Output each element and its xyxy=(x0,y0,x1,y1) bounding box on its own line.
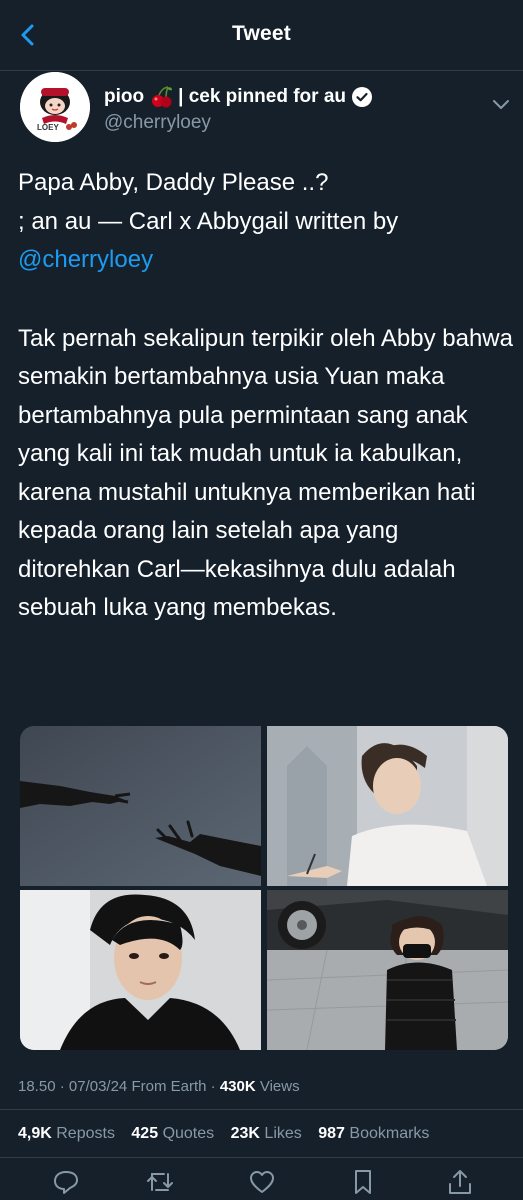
share-icon[interactable] xyxy=(446,1168,474,1196)
author-name-line[interactable]: pioo | cek pinned for au xyxy=(104,86,373,108)
quotes-stat[interactable]: 425 Quotes xyxy=(131,1125,214,1142)
tweet-line-2: ; an au — Carl x Abbygail written by xyxy=(18,207,399,235)
author-handle[interactable]: @cherryloey xyxy=(104,112,211,134)
tweet-author: LOEY pioo | cek pinned for au @cherryloe… xyxy=(18,72,510,152)
avatar-image: LOEY xyxy=(20,72,90,142)
bookmark-icon[interactable] xyxy=(349,1168,377,1196)
tweet-source: From Earth xyxy=(131,1078,207,1095)
views-label: Views xyxy=(259,1078,300,1095)
tweet-paragraph: Tak pernah sekalipun terpikir oleh Abby … xyxy=(18,324,513,622)
likes-stat[interactable]: 23K Likes xyxy=(231,1125,302,1142)
verified-badge-icon xyxy=(352,87,373,107)
action-bar xyxy=(0,1162,523,1200)
media-image-man-white-sweater[interactable] xyxy=(267,726,508,886)
page-title: Tweet xyxy=(232,22,291,45)
reposts-stat[interactable]: 4,9K Reposts xyxy=(18,1125,115,1142)
author-name[interactable]: pioo xyxy=(104,86,144,108)
divider xyxy=(0,1109,523,1110)
top-bar: Tweet xyxy=(0,0,523,71)
avatar[interactable]: LOEY xyxy=(20,72,90,142)
retweet-icon[interactable] xyxy=(146,1168,174,1196)
chevron-down-icon[interactable] xyxy=(492,98,510,112)
media-image-man-black-outfit[interactable] xyxy=(20,890,261,1050)
tweet-time: 18.50 xyxy=(18,1078,56,1095)
divider xyxy=(0,1157,523,1158)
tweet-meta: 18.50 · 07/03/24 From Earth · 430K Views xyxy=(18,1078,300,1095)
media-grid xyxy=(20,726,508,1050)
media-image-hands[interactable] xyxy=(20,726,261,886)
views-count: 430K xyxy=(219,1078,256,1095)
tweet-line-1: Papa Abby, Daddy Please ..? xyxy=(18,169,329,196)
tweet-stats: 4,9K Reposts 425 Quotes 23K Likes 987 Bo… xyxy=(18,1125,441,1143)
author-name-suffix[interactable]: | cek pinned for au xyxy=(178,86,346,108)
tweet-text: Papa Abby, Daddy Please ..? ; an au — Ca… xyxy=(18,164,513,628)
like-icon[interactable] xyxy=(248,1168,276,1196)
avatar-logo-text: LOEY xyxy=(37,123,59,132)
tweet-date: 07/03/24 xyxy=(68,1078,128,1095)
reply-icon[interactable] xyxy=(52,1168,80,1196)
cherry-icon xyxy=(150,86,174,108)
bookmarks-stat[interactable]: 987 Bookmarks xyxy=(318,1125,429,1142)
media-image-child-puffer-jacket[interactable] xyxy=(267,890,508,1050)
mention-link[interactable]: @cherryloey xyxy=(18,246,153,273)
